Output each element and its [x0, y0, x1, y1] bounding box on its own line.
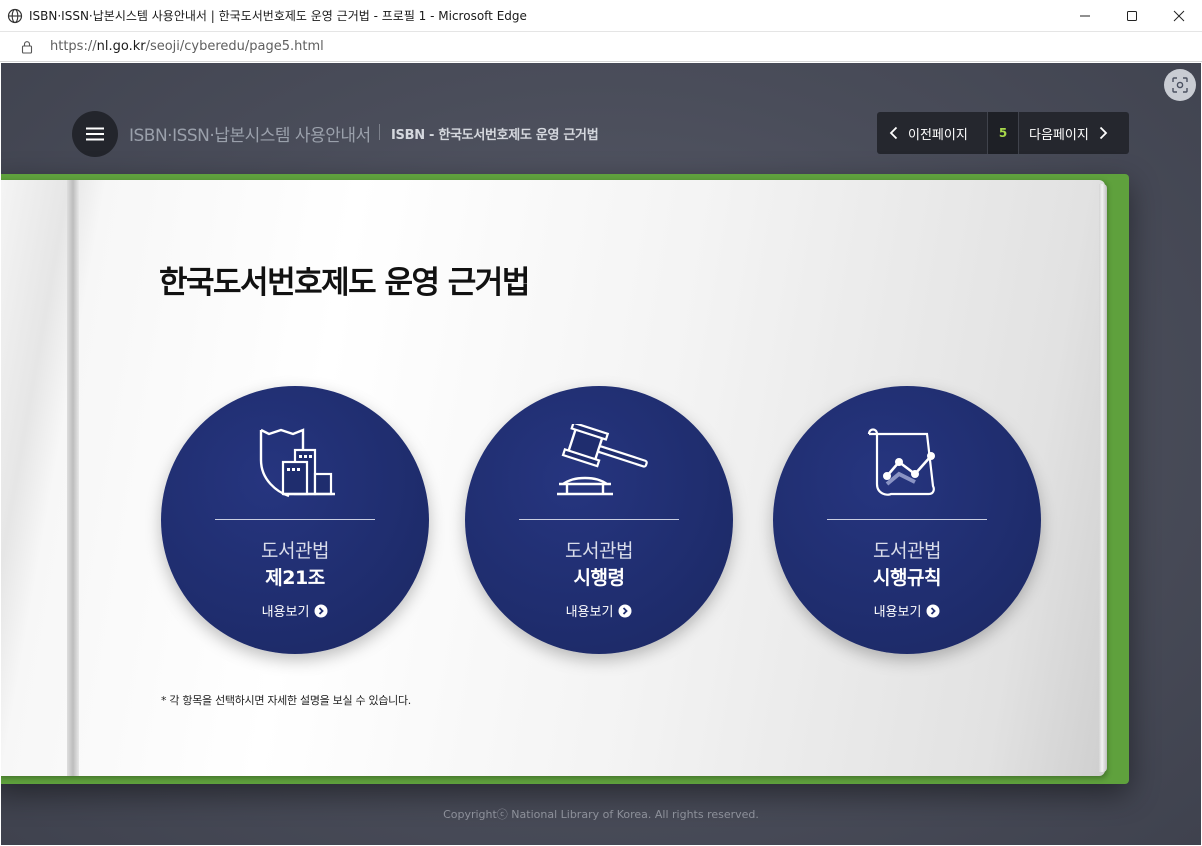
screenshot-button[interactable] — [1164, 69, 1196, 101]
scroll-chart-icon — [867, 428, 935, 496]
view-details-label: 내용보기 — [261, 605, 310, 620]
minimize-icon — [1080, 15, 1090, 17]
address-bar[interactable]: https://nl.go.kr/seoji/cyberedu/page5.ht… — [0, 32, 1202, 62]
capture-icon — [1172, 77, 1188, 93]
next-page-button[interactable]: 다음페이지 — [1019, 112, 1108, 154]
card-law-name: 도서관법 — [565, 540, 633, 562]
card-law-name: 도서관법 — [873, 540, 941, 562]
close-button[interactable] — [1156, 0, 1202, 32]
globe-icon — [7, 8, 23, 23]
arrow-circle-right-icon — [314, 604, 328, 617]
next-page-label: 다음페이지 — [1029, 127, 1089, 143]
card-article: 제21조 — [265, 567, 325, 589]
section-title: ISBN - 한국도서번호제도 운영 근거법 — [391, 128, 599, 143]
maximize-button[interactable] — [1109, 0, 1155, 32]
view-details-label: 내용보기 — [565, 605, 614, 620]
view-details-link[interactable]: 내용보기 — [161, 601, 429, 620]
law-card-enforcement-rules[interactable]: 도서관법 시행규칙 내용보기 — [773, 386, 1041, 654]
view-details-link[interactable]: 내용보기 — [773, 601, 1041, 620]
minimize-button[interactable] — [1062, 0, 1108, 32]
arrow-circle-right-icon — [926, 604, 940, 617]
chevron-left-icon — [889, 126, 898, 140]
current-page-number: 5 — [987, 112, 1019, 154]
card-divider — [827, 519, 987, 520]
page-navigator: 이전페이지 5 다음페이지 — [877, 112, 1129, 154]
card-article: 시행규칙 — [873, 567, 941, 589]
copyright: Copyrightⓒ National Library of Korea. Al… — [443, 808, 759, 821]
shield-building-icon — [259, 428, 335, 498]
prev-page-button[interactable]: 이전페이지 — [877, 112, 987, 154]
gavel-icon — [557, 424, 648, 496]
menu-button[interactable] — [72, 111, 118, 157]
book-page-edge — [1099, 184, 1107, 772]
law-card-enforcement-decree[interactable]: 도서관법 시행령 내용보기 — [465, 386, 733, 654]
site-title[interactable]: ISBN·ISSN·납본시스템 사용안내서 — [129, 121, 371, 146]
view-details-label: 내용보기 — [873, 605, 922, 620]
window-titlebar: ISBN·ISSN·납본시스템 사용안내서 | 한국도서번호제도 운영 근거법 … — [0, 0, 1202, 32]
law-card-article-21[interactable]: 도서관법 제21조 내용보기 — [161, 386, 429, 654]
page-heading: 한국도서번호제도 운영 근거법 — [159, 265, 530, 301]
maximize-icon — [1127, 11, 1137, 21]
prev-page-label: 이전페이지 — [908, 127, 968, 143]
card-article: 시행령 — [573, 567, 625, 589]
book-fold — [67, 180, 79, 776]
header-separator — [379, 124, 380, 140]
arrow-circle-right-icon — [618, 604, 632, 617]
card-law-name: 도서관법 — [261, 540, 329, 562]
close-icon — [1173, 10, 1185, 22]
window-title: ISBN·ISSN·납본시스템 사용안내서 | 한국도서번호제도 운영 근거법 … — [29, 9, 527, 23]
footnote: * 각 항목을 선택하시면 자세한 설명을 보실 수 있습니다. — [161, 694, 412, 707]
chevron-right-icon — [1099, 126, 1108, 140]
hamburger-icon — [86, 127, 104, 141]
lock-icon — [21, 40, 33, 54]
url-text: https://nl.go.kr/seoji/cyberedu/page5.ht… — [50, 39, 324, 54]
card-divider — [519, 519, 679, 520]
view-details-link[interactable]: 내용보기 — [465, 601, 733, 620]
page-viewport: ISBN·ISSN·납본시스템 사용안내서 ISBN - 한국도서번호제도 운영… — [1, 63, 1201, 845]
card-divider — [215, 519, 375, 520]
